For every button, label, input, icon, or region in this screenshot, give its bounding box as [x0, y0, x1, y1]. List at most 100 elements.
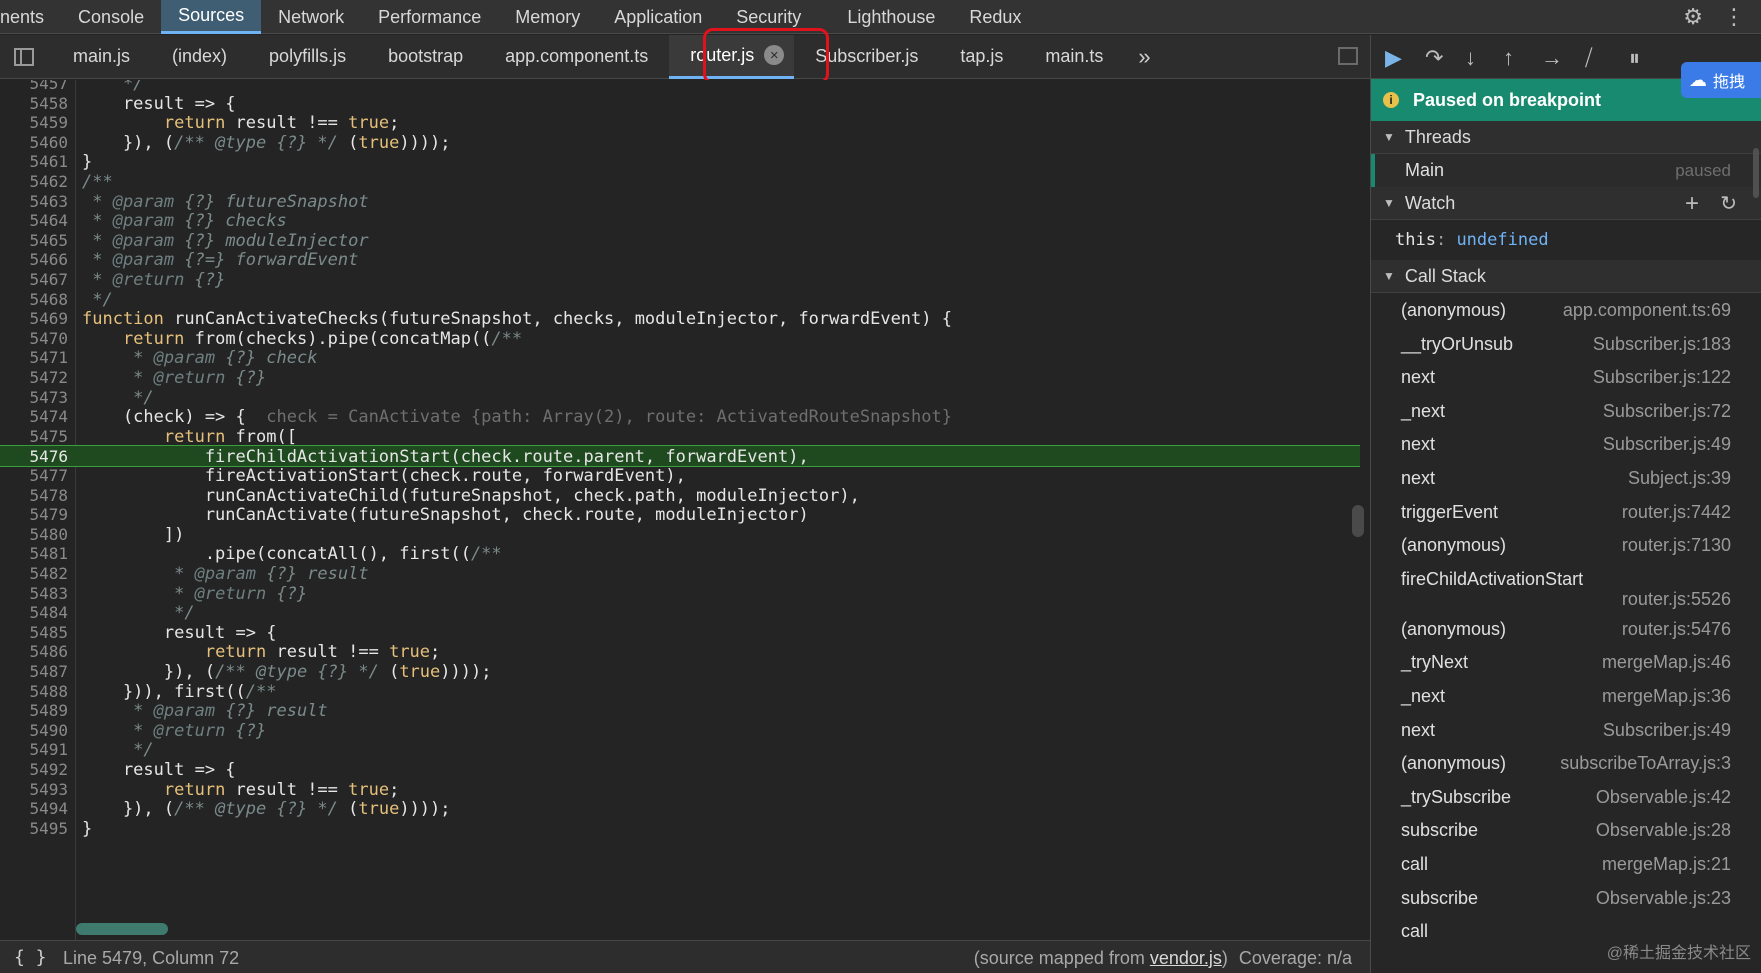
call-frame[interactable]: triggerEvent router.js:7442 [1371, 495, 1761, 529]
call-frame-location[interactable]: subscribeToArray.js:3 [1560, 753, 1731, 774]
expand-triangle-icon: ▼ [1383, 269, 1395, 283]
call-frame[interactable]: fireChildActivationStart router.js:5526 [1371, 562, 1761, 612]
call-frame-location[interactable]: router.js:7130 [1622, 535, 1731, 556]
file-tab-app-component-ts[interactable]: app.component.ts [484, 35, 669, 79]
threads-section-header[interactable]: ▼ Threads [1371, 121, 1761, 154]
file-tab-polyfills-js[interactable]: polyfills.js [248, 35, 367, 79]
add-watch-icon[interactable]: + [1685, 190, 1699, 218]
watch-section-header[interactable]: ▼ Watch + ↻ [1371, 187, 1761, 220]
call-frame-function: next [1401, 434, 1436, 455]
watch-expression[interactable]: this: undefined [1371, 220, 1761, 260]
tab-nents[interactable]: nents [0, 0, 61, 34]
call-frame[interactable]: next Subscriber.js:49 [1371, 427, 1761, 461]
call-frame[interactable]: (anonymous) subscribeToArray.js:3 [1371, 746, 1761, 780]
file-tab-index[interactable]: (index) [151, 35, 248, 79]
translate-widget[interactable]: ☁ 拖拽 [1681, 62, 1761, 98]
call-frame-location[interactable]: Subscriber.js:122 [1593, 367, 1731, 388]
call-frame-function: next [1401, 719, 1436, 740]
call-frame-location[interactable]: Subscriber.js:49 [1603, 434, 1731, 455]
cloud-icon: ☁ [1689, 69, 1707, 90]
thread-name: Main [1405, 160, 1445, 180]
callstack-title: Call Stack [1404, 265, 1486, 286]
editor-statusbar: { } Line 5479, Column 72 (source mapped … [0, 940, 1370, 973]
call-frame-function: (anonymous) [1401, 300, 1507, 320]
call-frame[interactable]: __tryOrUnsub Subscriber.js:183 [1371, 327, 1761, 361]
watch-value: undefined [1456, 230, 1549, 250]
file-tab-tap-js[interactable]: tap.js [939, 35, 1024, 79]
call-frame[interactable]: subscribe Observable.js:23 [1371, 881, 1761, 915]
call-frame-location[interactable]: mergeMap.js:46 [1602, 652, 1731, 673]
editor-vertical-scrollbar[interactable] [1352, 505, 1364, 537]
call-frame-location[interactable]: router.js:5476 [1622, 619, 1731, 640]
tab-console[interactable]: Console [61, 0, 161, 34]
file-tab-label: bootstrap [388, 46, 464, 66]
call-frame[interactable]: _next Subscriber.js:72 [1371, 394, 1761, 428]
code-text: } [82, 818, 93, 839]
more-tabs-button[interactable]: » [1138, 44, 1150, 70]
info-icon: i [1383, 92, 1399, 108]
call-frame-location[interactable]: mergeMap.js:36 [1602, 686, 1731, 707]
call-frame[interactable]: next Subscriber.js:49 [1371, 713, 1761, 747]
watermark: @稀土掘金技术社区 [1606, 945, 1751, 962]
resume-icon[interactable]: ▶ [1385, 45, 1402, 71]
callstack-section-header[interactable]: ▼ Call Stack [1371, 260, 1761, 293]
call-frame[interactable]: (anonymous) router.js:5476 [1371, 612, 1761, 646]
call-frame-location[interactable]: router.js:5526 [1622, 589, 1731, 610]
thread-item-main[interactable]: Main paused [1371, 154, 1761, 187]
tab-network[interactable]: Network [261, 0, 361, 34]
call-frame-location[interactable]: Subscriber.js:72 [1603, 401, 1731, 422]
call-frame-location[interactable]: app.component.ts:69 [1563, 300, 1731, 321]
call-frame-location[interactable]: Observable.js:42 [1596, 787, 1731, 808]
editor-horizontal-scrollbar[interactable] [76, 923, 168, 935]
source-map-link[interactable]: vendor.js [1150, 948, 1222, 968]
refresh-icon[interactable]: ↻ [1720, 191, 1737, 216]
call-frame-location[interactable]: router.js:7442 [1622, 502, 1731, 523]
paused-text: Paused on breakpoint [1413, 89, 1602, 110]
line-number[interactable]: 5495 [0, 818, 68, 840]
call-frame-function: _trySubscribe [1401, 786, 1512, 807]
pretty-print-button[interactable]: { } [14, 947, 47, 968]
tab-sources[interactable]: Sources [161, 0, 262, 34]
deactivate-breakpoints-icon[interactable]: ⧸ [1585, 45, 1592, 71]
call-stack-list: (anonymous) app.component.ts:69 __tryOrUns… [1371, 293, 1761, 948]
call-frame[interactable]: call mergeMap.js:21 [1371, 847, 1761, 881]
call-frame[interactable]: subscribe Observable.js:28 [1371, 813, 1761, 847]
file-tab-main-js[interactable]: main.js [52, 35, 151, 79]
call-frame-location[interactable]: Subscriber.js:49 [1603, 720, 1731, 741]
pause-on-exceptions-icon[interactable]: ⏸ [1629, 45, 1640, 71]
call-frame[interactable]: (anonymous) app.component.ts:69 [1371, 293, 1761, 327]
call-frame-location[interactable]: mergeMap.js:21 [1602, 854, 1731, 875]
more-menu-icon[interactable]: ⋮ [1723, 4, 1745, 30]
tab-memory[interactable]: Memory [498, 0, 597, 34]
tab-lighthouse[interactable]: Lighthouse [830, 0, 952, 34]
call-frame-function: (anonymous) [1401, 753, 1507, 774]
call-frame-function: subscribe [1401, 820, 1479, 841]
step-out-icon[interactable]: ↑ [1503, 45, 1514, 71]
step-over-icon[interactable]: ↷ [1425, 45, 1443, 71]
call-frame[interactable]: (anonymous) router.js:7130 [1371, 528, 1761, 562]
tab-redux[interactable]: Redux [952, 0, 1038, 34]
step-into-icon[interactable]: ↓ [1465, 45, 1476, 71]
toggle-debugger-icon[interactable] [1338, 47, 1358, 65]
tab-performance[interactable]: Performance [361, 0, 498, 34]
code-line[interactable]: 5495} [0, 818, 1360, 840]
call-frame-location[interactable]: Observable.js:23 [1596, 888, 1731, 909]
call-frame-location[interactable]: Observable.js:28 [1596, 820, 1731, 841]
tab-application[interactable]: Application [597, 0, 719, 34]
file-tab-main-ts[interactable]: main.ts [1024, 35, 1124, 79]
file-tab-bootstrap[interactable]: bootstrap [367, 35, 484, 79]
code-editor[interactable]: 5457 */5458 result => {5459 return resul… [0, 80, 1370, 940]
step-icon[interactable]: → [1541, 45, 1563, 71]
sidebar-scrollbar[interactable] [1753, 148, 1759, 198]
toggle-navigator-icon[interactable] [14, 47, 34, 66]
gear-icon[interactable]: ⚙ [1683, 4, 1703, 30]
call-frame[interactable]: _next mergeMap.js:36 [1371, 679, 1761, 713]
call-frame[interactable]: next Subscriber.js:122 [1371, 360, 1761, 394]
call-frame-location[interactable]: Subscriber.js:183 [1593, 334, 1731, 355]
call-frame[interactable]: next Subject.js:39 [1371, 461, 1761, 495]
call-frame[interactable]: _tryNext mergeMap.js:46 [1371, 645, 1761, 679]
panel-tabbar: nents Console Sources Network Performance Mem… [0, 0, 1761, 34]
call-frame[interactable]: _trySubscribe Observable.js:42 [1371, 780, 1761, 814]
call-frame-function: _tryNext [1401, 652, 1469, 673]
call-frame-location[interactable]: Subject.js:39 [1628, 468, 1731, 489]
